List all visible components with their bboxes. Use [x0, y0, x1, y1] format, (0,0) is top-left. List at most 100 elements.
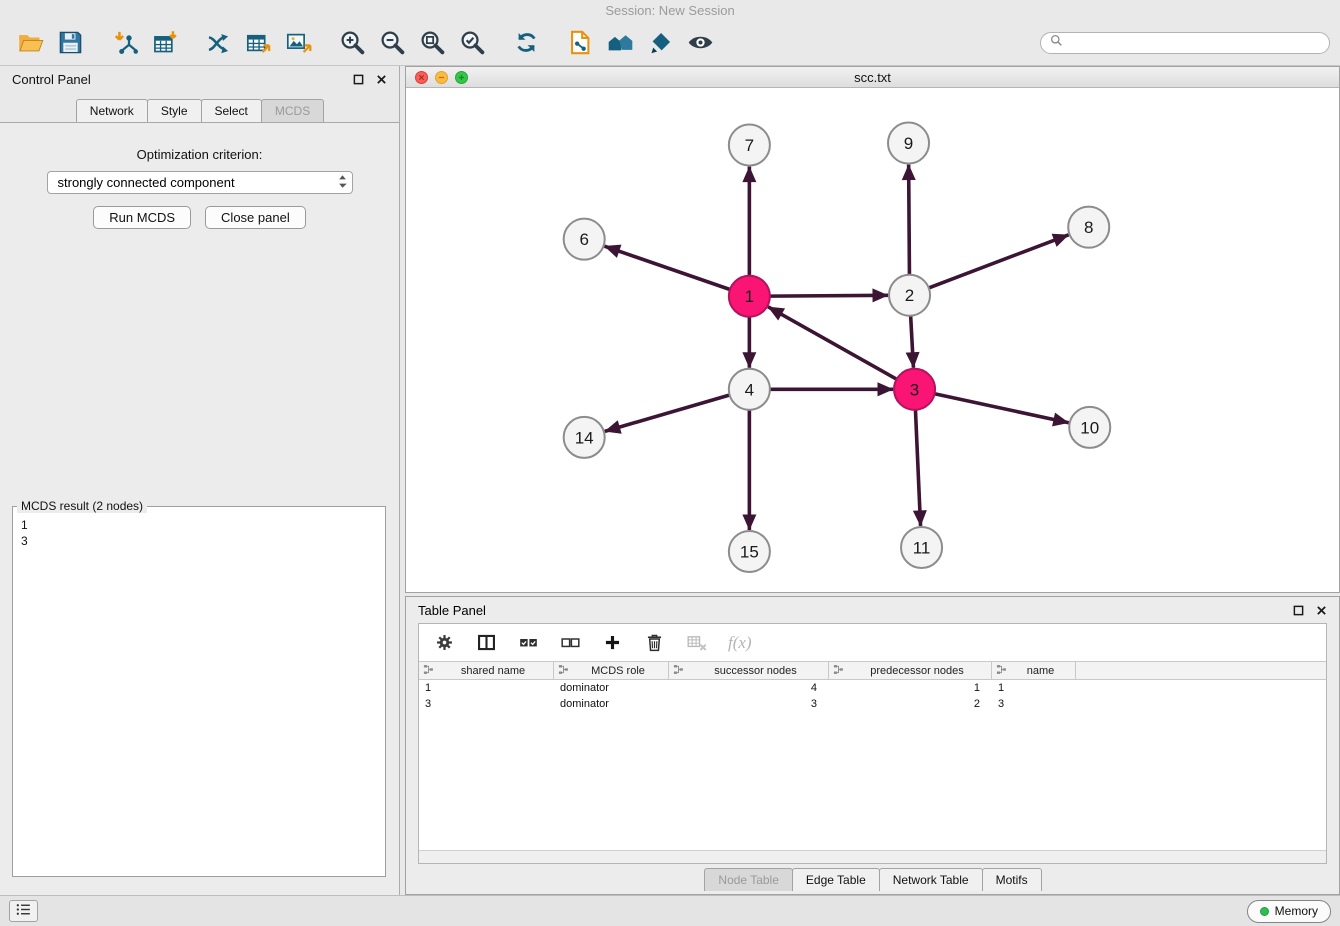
zoom-window-button[interactable]: [455, 71, 468, 84]
control-panel-body: Optimization criterion: strongly connect…: [0, 123, 399, 895]
column-header-name[interactable]: name: [992, 662, 1076, 679]
column-header-predecessor-nodes[interactable]: predecessor nodes: [829, 662, 992, 679]
first-neighbors-icon[interactable]: [600, 24, 640, 62]
columns-icon[interactable]: [476, 632, 497, 653]
criterion-dropdown[interactable]: strongly connected component: [47, 171, 353, 194]
network-canvas[interactable]: 7 9 6 8 1 2 4 3 14 10 15 11: [406, 88, 1339, 592]
tab-mcds[interactable]: MCDS: [261, 99, 324, 122]
network-graph[interactable]: 7 9 6 8 1 2 4 3 14 10 15 11: [406, 88, 1339, 592]
mcds-result-title: MCDS result (2 nodes): [17, 499, 147, 513]
table-panel: Table Panel f(x) shared nameMCDS rolesuc…: [405, 596, 1340, 895]
delete-column-icon[interactable]: [644, 632, 665, 653]
column-header-mcds-role[interactable]: MCDS role: [554, 662, 669, 679]
style-brush-icon[interactable]: [640, 24, 680, 62]
zoom-fit-icon[interactable]: [412, 24, 452, 62]
minimize-window-button[interactable]: [435, 71, 448, 84]
graph-node-2[interactable]: 2: [889, 275, 930, 316]
table-scrollbar[interactable]: [419, 850, 1326, 863]
export-image-icon[interactable]: [278, 24, 318, 62]
tab-network-table[interactable]: Network Table: [879, 868, 983, 891]
svg-text:10: 10: [1080, 419, 1099, 438]
mcds-result-box: MCDS result (2 nodes) 13: [12, 499, 386, 877]
export-table-icon[interactable]: [238, 24, 278, 62]
graph-node-1[interactable]: 1: [729, 276, 770, 317]
function-builder-icon: f(x): [728, 633, 752, 653]
graph-edge-1-6[interactable]: [605, 247, 730, 290]
graph-node-4[interactable]: 4: [729, 369, 770, 410]
tab-motifs[interactable]: Motifs: [982, 868, 1042, 891]
graph-edge-3-1[interactable]: [768, 307, 897, 379]
graph-edge-1-2[interactable]: [770, 296, 888, 297]
app-window: Session: New Session Control Panel: [0, 0, 1340, 926]
network-window-title: scc.txt: [854, 70, 891, 85]
criterion-dropdown-value: strongly connected component: [58, 175, 338, 190]
table-cell: 3: [669, 698, 829, 710]
import-table-icon[interactable]: [144, 24, 184, 62]
table-row[interactable]: 1dominator411: [419, 680, 1326, 696]
zoom-selected-icon[interactable]: [452, 24, 492, 62]
zoom-in-icon[interactable]: [332, 24, 372, 62]
refresh-icon[interactable]: [506, 24, 546, 62]
graph-node-3[interactable]: 3: [894, 369, 935, 410]
status-bar: Memory: [0, 895, 1340, 926]
graph-edge-2-3[interactable]: [911, 316, 914, 368]
close-window-button[interactable]: [415, 71, 428, 84]
table-cell: dominator: [554, 682, 669, 694]
float-table-panel-icon[interactable]: [1293, 605, 1304, 616]
run-mcds-button[interactable]: Run MCDS: [93, 206, 191, 229]
graph-node-15[interactable]: 15: [729, 531, 770, 572]
import-network-icon[interactable]: [104, 24, 144, 62]
snapshot-icon[interactable]: [560, 24, 600, 62]
show-details-icon[interactable]: [680, 24, 720, 62]
table-cell: 4: [669, 682, 829, 694]
window-titlebar: Session: New Session: [0, 0, 1340, 20]
deselect-all-columns-icon[interactable]: [560, 632, 581, 653]
search-box[interactable]: [1040, 32, 1330, 54]
graph-edge-3-11[interactable]: [915, 410, 920, 526]
svg-text:9: 9: [904, 135, 913, 154]
graph-node-7[interactable]: 7: [729, 125, 770, 166]
search-input[interactable]: [1069, 35, 1320, 51]
graph-edge-3-10[interactable]: [935, 394, 1069, 423]
zoom-out-icon[interactable]: [372, 24, 412, 62]
close-panel-icon[interactable]: [376, 74, 387, 85]
svg-text:7: 7: [745, 137, 754, 156]
tab-node-table[interactable]: Node Table: [704, 868, 793, 891]
graph-node-9[interactable]: 9: [888, 123, 929, 164]
tab-select[interactable]: Select: [201, 99, 262, 122]
add-column-icon[interactable]: [602, 632, 623, 653]
graph-node-10[interactable]: 10: [1069, 407, 1110, 448]
save-session-icon[interactable]: [50, 24, 90, 62]
tab-edge-table[interactable]: Edge Table: [792, 868, 880, 891]
close-panel-button[interactable]: Close panel: [205, 206, 306, 229]
table-row[interactable]: 3dominator323: [419, 696, 1326, 712]
graph-node-8[interactable]: 8: [1068, 207, 1109, 248]
graph-edge-4-14[interactable]: [605, 395, 730, 431]
tab-style[interactable]: Style: [147, 99, 202, 122]
table-cell: 2: [829, 698, 992, 710]
panel-list-button[interactable]: [9, 900, 38, 922]
column-header-shared-name[interactable]: shared name: [419, 662, 554, 679]
select-all-columns-icon[interactable]: [518, 632, 539, 653]
column-header-successor-nodes[interactable]: successor nodes: [669, 662, 829, 679]
graph-node-6[interactable]: 6: [564, 219, 605, 260]
table-settings-icon[interactable]: [434, 632, 455, 653]
close-table-panel-icon[interactable]: [1316, 605, 1327, 616]
tab-network[interactable]: Network: [76, 99, 148, 122]
open-session-icon[interactable]: [10, 24, 50, 62]
float-panel-icon[interactable]: [353, 74, 364, 85]
graph-edge-2-9[interactable]: [909, 165, 910, 275]
graph-edge-2-8[interactable]: [929, 235, 1069, 288]
network-window: scc.txt 7 9 6 8 1 2 4 3 14 10 15 11: [405, 66, 1340, 593]
mcds-result-text[interactable]: 13: [15, 515, 383, 551]
control-panel: Control Panel NetworkStyleSelectMCDS Opt…: [0, 66, 400, 895]
memory-button[interactable]: Memory: [1247, 900, 1331, 923]
export-network-icon[interactable]: [198, 24, 238, 62]
list-icon: [15, 901, 32, 921]
graph-node-14[interactable]: 14: [564, 417, 605, 458]
table-cell: 1: [419, 682, 554, 694]
table-cell: 3: [992, 698, 1076, 710]
graph-node-11[interactable]: 11: [901, 527, 942, 568]
memory-status-icon: [1260, 907, 1269, 916]
delete-table-icon: [686, 632, 707, 653]
